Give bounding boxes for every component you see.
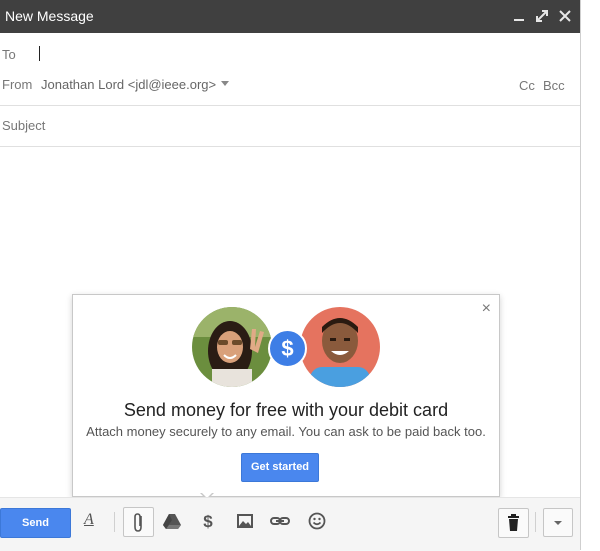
drive-icon[interactable] [161,510,183,532]
attach-icon [134,513,142,532]
discard-draft-button[interactable] [498,508,529,538]
window-title: New Message [5,8,94,24]
bcc-link[interactable]: Bcc [543,78,565,93]
compose-toolbar: Send A $ [0,497,580,551]
compose-titlebar: New Message [0,0,580,33]
subject-placeholder: Subject [2,118,46,133]
svg-text:$: $ [203,512,213,531]
formatting-options-icon[interactable]: A [84,511,94,529]
more-options-button[interactable] [543,508,573,537]
to-field[interactable]: To [0,33,580,71]
send-button[interactable]: Send [0,508,71,538]
get-started-button[interactable]: Get started [241,453,319,482]
from-address-select[interactable]: Jonathan Lord <jdl@ieee.org> [41,77,216,92]
to-label: To [2,47,16,62]
photo-icon[interactable] [234,510,256,532]
compose-window: New Message To From Jonathan Lord <jdl@i… [0,0,581,551]
from-label: From [2,77,33,92]
avatar-woman [192,307,272,387]
promo-subtext: Attach money securely to any email. You … [86,424,486,439]
promo-close-icon[interactable]: × [482,300,491,318]
send-money-promo: × $ Send money for free with your debit … [72,294,500,497]
avatar-man [300,307,380,387]
chevron-down-icon [554,521,562,525]
popout-icon[interactable] [533,7,551,25]
chevron-down-icon[interactable] [221,81,229,86]
close-icon[interactable] [556,7,574,25]
dollar-badge-icon: $ [268,329,307,368]
attach-files-button[interactable] [123,507,154,537]
minimize-icon[interactable] [510,7,528,25]
text-cursor [39,46,40,61]
trash-icon [508,514,519,531]
toolbar-divider [114,512,115,532]
cc-link[interactable]: Cc [519,78,535,93]
toolbar-divider [535,512,536,532]
emoji-icon[interactable] [306,510,328,532]
link-icon[interactable] [269,510,291,532]
dollar-icon[interactable]: $ [197,510,219,532]
promo-heading: Send money for free with your debit card [123,400,449,420]
from-field: From Jonathan Lord <jdl@ieee.org> Cc Bcc [0,71,580,106]
page-background [581,0,600,550]
subject-field[interactable]: Subject [0,106,580,147]
